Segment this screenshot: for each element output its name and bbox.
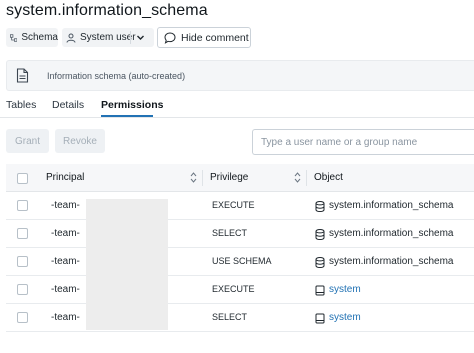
object-name: system.information_schema [329,228,454,239]
row-checkbox[interactable] [17,228,28,239]
hide-comment-label: Hide comment [181,31,249,44]
privilege-value: EXECUTE [212,284,255,294]
row-checkbox[interactable] [17,284,28,295]
table-row[interactable]: -team- SELECT system.information_schema [6,220,474,248]
schema-tag-label: Schema [21,32,58,43]
comment-banner: Information schema (auto-created) [6,60,474,91]
table-row[interactable]: -team- SELECT system [6,304,474,332]
comment-icon [164,31,176,44]
database-icon [315,227,325,245]
object-name: system.information_schema [329,200,454,211]
tabs-divider [0,117,474,118]
select-all-checkbox[interactable] [17,173,28,184]
principal-name: -team- [51,312,80,323]
catalog-icon [315,283,325,301]
owner-label: System user [80,32,136,43]
table-row[interactable]: -team- EXECUTE system.information_schema [6,192,474,220]
grant-button[interactable]: Grant [6,129,49,153]
principal-name: -team- [51,256,80,267]
column-header-object: Object [314,172,343,183]
object-link[interactable]: system [329,284,361,295]
table-row[interactable]: -team- USE SCHEMA system.information_schem… [6,248,474,276]
sort-icon[interactable] [190,172,197,183]
object-link[interactable]: system [329,312,361,323]
principal-name: -team- [51,200,80,211]
document-icon [16,68,29,83]
privilege-value: SELECT [212,228,248,238]
principal-search-input[interactable] [252,129,474,155]
row-checkbox[interactable] [17,256,28,267]
schema-tag[interactable]: Schema [6,28,58,47]
tab-tables[interactable]: Tables [6,99,36,111]
hide-comment-button[interactable]: Hide comment [157,27,251,48]
owner-selector[interactable]: System user [62,28,154,47]
schema-icon [10,33,18,42]
table-row[interactable]: -team- EXECUTE system [6,276,474,304]
catalog-icon [315,311,325,329]
comment-text: Information schema (auto-created) [47,71,186,81]
revoke-button[interactable]: Revoke [55,129,105,153]
privilege-value: EXECUTE [212,200,255,210]
redacted-area [86,199,168,330]
principal-name: -team- [51,284,80,295]
tab-details[interactable]: Details [52,99,84,111]
privilege-value: SELECT [212,312,248,322]
privilege-value: USE SCHEMA [212,256,272,266]
database-icon [315,255,325,273]
column-divider [306,170,307,186]
object-name: system.information_schema [329,256,454,267]
owner-divider [130,31,131,44]
row-checkbox[interactable] [17,312,28,323]
column-header-privilege[interactable]: Privilege [210,172,248,183]
chevron-down-icon[interactable] [136,28,145,47]
database-icon [315,199,325,217]
tab-permissions[interactable]: Permissions [101,99,163,111]
column-divider [202,170,203,186]
table-header: Principal Privilege Object [6,164,474,192]
page-title: system.information_schema [6,2,208,19]
column-header-principal[interactable]: Principal [46,172,84,183]
user-icon [66,33,76,43]
sort-icon[interactable] [294,172,301,183]
row-checkbox[interactable] [17,200,28,211]
permissions-table: Principal Privilege Object -team- EXECUTE… [6,164,474,332]
principal-name: -team- [51,228,80,239]
